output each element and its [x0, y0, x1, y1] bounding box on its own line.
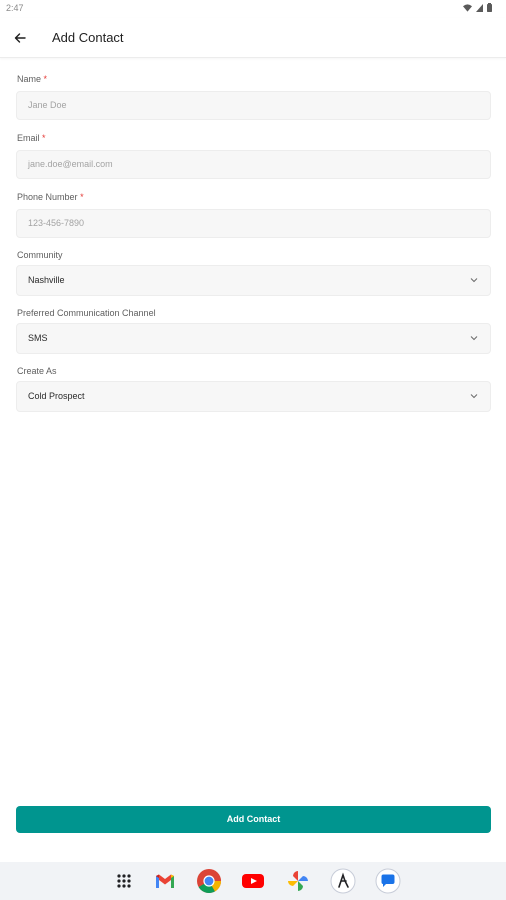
youtube-icon[interactable]	[239, 867, 267, 895]
battery-icon	[487, 3, 492, 12]
back-button[interactable]	[8, 26, 32, 50]
status-time: 2:47	[6, 3, 24, 13]
community-label: Community	[17, 250, 63, 260]
phone-field[interactable]: 123-456-7890	[16, 209, 491, 238]
create-as-select[interactable]: Cold Prospect	[16, 381, 491, 412]
community-value: Nashville	[28, 275, 65, 285]
community-select[interactable]: Nashville	[16, 265, 491, 296]
gmail-icon[interactable]	[151, 867, 179, 895]
status-bar: 2:47	[0, 0, 506, 18]
create-as-label: Create As	[17, 366, 57, 376]
chevron-down-icon	[470, 336, 478, 341]
photos-icon[interactable]	[284, 867, 312, 895]
app-drawer-icon[interactable]	[110, 867, 138, 895]
status-icons	[463, 3, 492, 12]
email-field[interactable]: jane.doe@email.com	[16, 150, 491, 179]
channel-label: Preferred Communication Channel	[17, 308, 156, 318]
app-bar: Add Contact	[0, 18, 506, 58]
arrow-back-icon	[14, 33, 26, 43]
page-title: Add Contact	[52, 30, 124, 45]
name-field[interactable]: Jane Doe	[16, 91, 491, 120]
email-label: Email *	[17, 133, 46, 143]
phone-label-text: Phone Number	[17, 192, 78, 202]
add-contact-button[interactable]: Add Contact	[16, 806, 491, 833]
chrome-icon[interactable]	[195, 867, 223, 895]
create-as-value: Cold Prospect	[28, 391, 85, 401]
chevron-down-icon	[470, 394, 478, 399]
phone-placeholder: 123-456-7890	[28, 218, 85, 228]
email-placeholder: jane.doe@email.com	[28, 159, 113, 169]
chevron-down-icon	[470, 278, 478, 283]
messages-icon[interactable]	[374, 867, 402, 895]
phone-label: Phone Number *	[17, 192, 84, 202]
email-label-text: Email	[17, 133, 40, 143]
required-mark: *	[42, 133, 46, 143]
taskbar	[0, 862, 506, 900]
channel-value: SMS	[28, 333, 48, 343]
name-label-text: Name	[17, 74, 42, 84]
required-mark: *	[80, 192, 84, 202]
signal-icon	[476, 3, 483, 12]
required-mark: *	[43, 74, 48, 84]
name-label: Name *	[17, 74, 47, 84]
channel-select[interactable]: SMS	[16, 323, 491, 354]
app-icon[interactable]	[329, 867, 357, 895]
name-placeholder: Jane Doe	[28, 100, 67, 110]
wifi-icon	[463, 3, 472, 12]
